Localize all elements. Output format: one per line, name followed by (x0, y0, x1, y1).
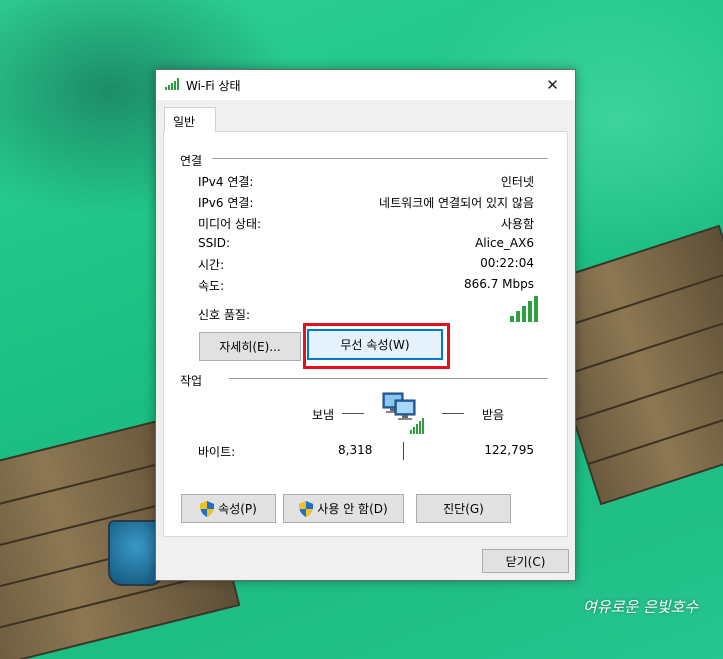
bytes-sent-value: 8,318 (338, 443, 373, 457)
network-computers-icon (382, 392, 424, 434)
signal-strength-icon (510, 296, 538, 322)
connection-divider (212, 158, 548, 159)
disable-button[interactable]: 사용 안 함(D) (283, 494, 404, 523)
close-icon[interactable]: ✕ (530, 70, 575, 100)
ssid-label: SSID: (198, 236, 231, 250)
speed-value: 866.7 Mbps (463, 277, 534, 291)
activity-divider (229, 378, 548, 379)
properties-button-label: 속성(P) (218, 502, 257, 516)
wallpaper-watermark: 여유로운 은빛호수 (583, 598, 699, 616)
speed-label: 속도: (198, 279, 225, 293)
bytes-divider (403, 442, 404, 460)
media-state-value: 사용함 (500, 217, 534, 231)
close-button[interactable]: 닫기(C) (482, 549, 569, 573)
signal-bar (510, 316, 514, 322)
uac-shield-icon (200, 500, 215, 517)
wifi-status-dialog: Wi-Fi 상태 ✕ 일반 연결 IPv4 연결: 인터넷 IPv6 연결: 네… (155, 69, 576, 581)
sent-label: 보냄 (312, 408, 335, 422)
title-bar[interactable]: Wi-Fi 상태 ✕ (156, 70, 575, 100)
wireless-properties-button[interactable]: 무선 속성(W) (307, 329, 443, 360)
duration-value: 00:22:04 (480, 256, 534, 270)
signal-bar (528, 301, 532, 322)
signal-bar (516, 311, 520, 322)
properties-button[interactable]: 속성(P) (181, 494, 276, 523)
tab-general[interactable]: 일반 (164, 107, 216, 132)
bytes-received-value: 122,795 (484, 443, 534, 457)
disable-button-label: 사용 안 함(D) (317, 502, 388, 516)
details-button[interactable]: 자세히(E)... (199, 332, 301, 361)
activity-section-label: 작업 (180, 374, 203, 388)
media-state-label: 미디어 상태: (198, 217, 262, 231)
connection-section-label: 연결 (180, 154, 203, 168)
window-title: Wi-Fi 상태 (186, 79, 241, 93)
sent-dash (342, 413, 364, 414)
ipv6-label: IPv6 연결: (198, 196, 254, 210)
wifi-signal-icon (165, 78, 179, 90)
ssid-value: Alice_AX6 (475, 236, 534, 250)
received-label: 받음 (482, 408, 505, 422)
general-panel: 연결 IPv4 연결: 인터넷 IPv6 연결: 네트워크에 연결되어 있지 않… (163, 131, 568, 537)
uac-shield-icon (299, 500, 314, 517)
duration-label: 시간: (198, 258, 225, 272)
signal-bar (534, 296, 538, 322)
ipv4-value: 인터넷 (500, 175, 534, 189)
ipv4-label: IPv4 연결: (198, 175, 254, 189)
received-dash (442, 413, 464, 414)
signal-quality-label: 신호 품질: (198, 308, 251, 322)
ipv6-value: 네트워크에 연결되어 있지 않음 (379, 196, 534, 210)
bytes-label: 바이트: (198, 445, 236, 459)
signal-bar (522, 306, 526, 322)
diagnose-button[interactable]: 진단(G) (416, 494, 511, 523)
